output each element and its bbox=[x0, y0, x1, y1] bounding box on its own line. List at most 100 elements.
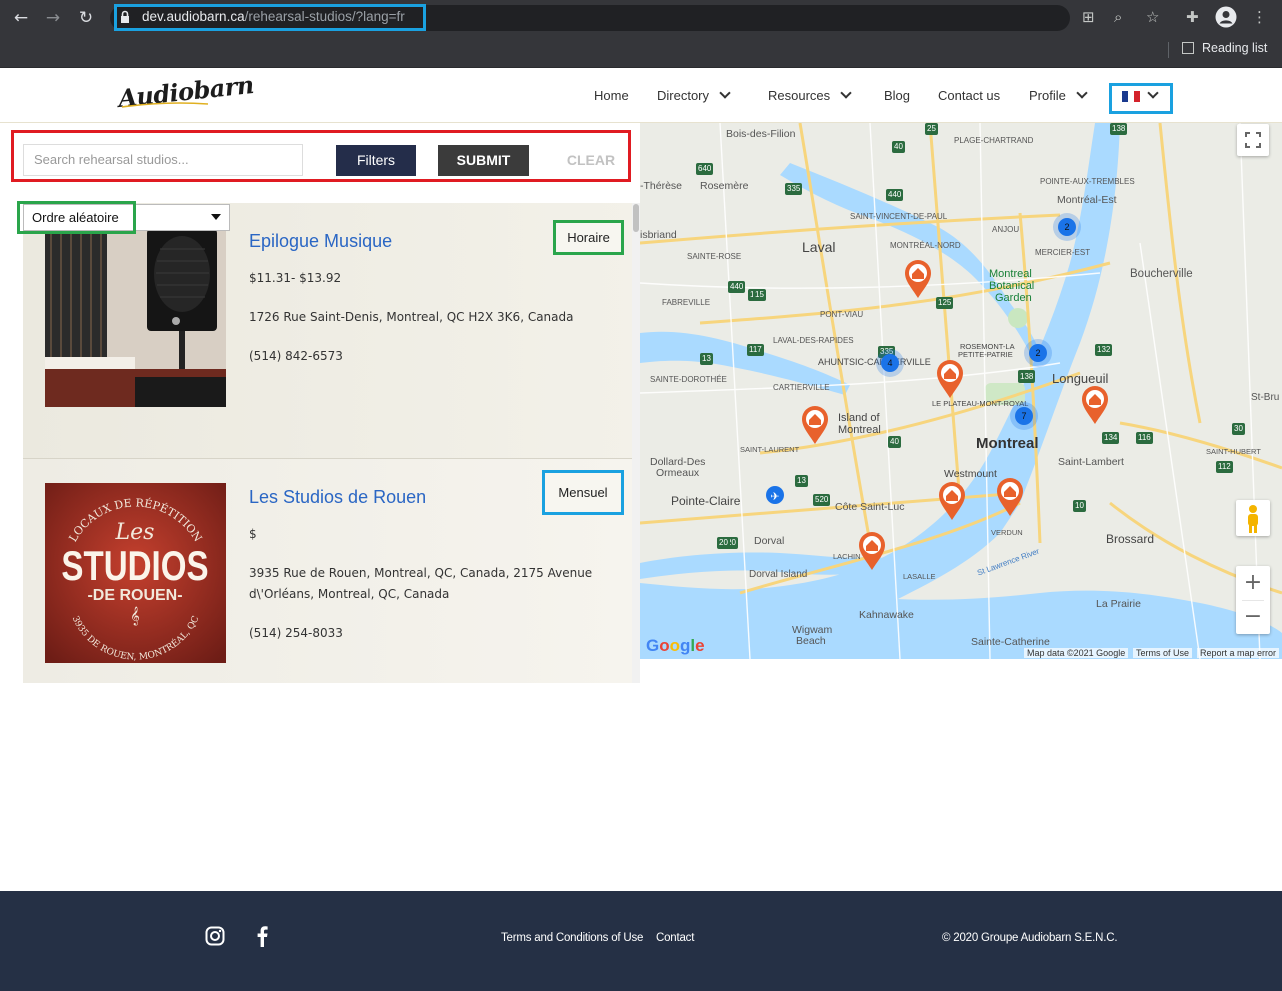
studio-pin-icon[interactable] bbox=[935, 359, 965, 399]
nav-resources[interactable]: Resources bbox=[768, 87, 852, 103]
bookmark-star-icon[interactable]: ☆ bbox=[1146, 8, 1159, 26]
studio-pin-icon[interactable] bbox=[857, 531, 887, 571]
cluster-marker[interactable]: 2 bbox=[1024, 339, 1052, 367]
map-label: PLAGE-CHARTRAND bbox=[954, 136, 1034, 145]
nav-blog[interactable]: Blog bbox=[884, 88, 910, 103]
map-label: Boucherville bbox=[1130, 268, 1193, 280]
facebook-icon[interactable] bbox=[256, 925, 268, 947]
studio-photo-epilogue[interactable] bbox=[45, 229, 226, 407]
map-label: SAINT-HUBERT bbox=[1206, 447, 1261, 456]
google-logo-letter: G bbox=[646, 636, 660, 655]
nav-contact-label: Contact us bbox=[938, 88, 1001, 103]
studio-pin-icon[interactable] bbox=[995, 477, 1025, 517]
listing-phone[interactable]: (514) 254-8033 bbox=[249, 626, 343, 640]
instagram-icon[interactable] bbox=[205, 926, 225, 946]
studio-pin-icon[interactable] bbox=[937, 481, 967, 521]
zoom-out-button[interactable]: − bbox=[1236, 600, 1270, 634]
listing-price: $ bbox=[249, 527, 257, 541]
map-label: Montreal bbox=[989, 268, 1032, 280]
map-label: POINTE-AUX-TREMBLES bbox=[1040, 177, 1135, 186]
highway-shield: 112 bbox=[1216, 461, 1233, 473]
cluster-marker[interactable]: 2 bbox=[1053, 213, 1081, 241]
sort-annotation-box bbox=[17, 201, 136, 234]
nav-directory[interactable]: Directory bbox=[657, 87, 731, 103]
studio-pin-icon[interactable] bbox=[903, 259, 933, 299]
map-terms-link[interactable]: Terms of Use bbox=[1133, 648, 1193, 658]
chevron-down-icon bbox=[1076, 87, 1088, 99]
listing-title[interactable]: Les Studios de Rouen bbox=[249, 487, 426, 508]
filters-button[interactable]: Filters bbox=[336, 145, 416, 176]
map-label: Saint-Lambert bbox=[1058, 456, 1124, 468]
map-label: SAINTE-DOROTHÉE bbox=[650, 375, 727, 384]
fullscreen-button[interactable] bbox=[1237, 124, 1269, 156]
map-label: Montreal bbox=[838, 424, 881, 436]
listing-scrollbar[interactable] bbox=[632, 203, 640, 683]
footer-terms-link[interactable]: Terms and Conditions of Use bbox=[501, 932, 643, 944]
logo-swoosh-icon bbox=[121, 102, 209, 108]
studio-pin-icon[interactable] bbox=[1080, 385, 1110, 425]
extensions-icon[interactable]: ✚ bbox=[1186, 8, 1199, 26]
map-label: Beach bbox=[796, 635, 826, 647]
highway-shield: 20 bbox=[717, 537, 730, 549]
nav-profile-label: Profile bbox=[1029, 88, 1066, 103]
highway-shield: 335 bbox=[785, 183, 803, 195]
profile-avatar-icon[interactable] bbox=[1215, 6, 1237, 28]
nav-directory-label: Directory bbox=[657, 88, 710, 103]
listing-phone[interactable]: (514) 842-6573 bbox=[249, 349, 343, 363]
back-arrow-icon[interactable]: ← bbox=[10, 7, 32, 29]
clear-button[interactable]: CLEAR bbox=[556, 145, 626, 176]
map-label: Montréal-Est bbox=[1057, 194, 1117, 206]
highway-shield: 138 bbox=[1018, 371, 1036, 383]
logo-studios: STUDIOS bbox=[61, 542, 208, 588]
highway-shield: 25 bbox=[925, 123, 938, 135]
zoom-icon[interactable]: ⌕ bbox=[1114, 8, 1122, 26]
map-label: Brossard bbox=[1106, 532, 1155, 546]
nav-blog-label: Blog bbox=[884, 88, 911, 103]
caret-down-icon bbox=[211, 214, 221, 220]
highway-shield: 640 bbox=[696, 163, 714, 175]
translate-icon[interactable]: ⊞ bbox=[1082, 8, 1095, 26]
map-label: AHUNTSIC-CARTIERVILLE bbox=[818, 357, 931, 367]
studio-logo-rouen[interactable]: LOCAUX DE RÉPÉTITION 3935 DE ROUEN, MONT… bbox=[45, 483, 226, 663]
street-view-pegman-button[interactable] bbox=[1236, 500, 1270, 536]
map-label: Montreal bbox=[976, 435, 1039, 452]
browser-menu-icon[interactable]: ⋮ bbox=[1252, 8, 1267, 26]
map-label: SAINTE-ROSE bbox=[687, 252, 742, 261]
search-input[interactable]: Search rehearsal studios... bbox=[23, 144, 303, 176]
forward-arrow-icon[interactable]: → bbox=[42, 7, 64, 29]
music-clef-icon: 𝄞 bbox=[130, 606, 139, 626]
google-logo: Google bbox=[646, 636, 705, 656]
scrollbar-thumb[interactable] bbox=[633, 204, 639, 232]
google-logo-letter: o bbox=[659, 636, 670, 655]
highway-shield: 116 bbox=[1136, 432, 1153, 444]
map-view[interactable]: ✈ Bois-des-Filion PLAGE-CHARTRAND -Thérè… bbox=[640, 123, 1282, 659]
map-label: Botanical bbox=[989, 280, 1035, 292]
highway-shield: 134 bbox=[1102, 432, 1120, 444]
chevron-down-icon bbox=[840, 87, 852, 99]
reading-list-button[interactable]: Reading list bbox=[1182, 41, 1267, 55]
highway-shield: 125 bbox=[936, 297, 954, 309]
airport-icon: ✈ bbox=[770, 490, 779, 503]
google-logo-letter: g bbox=[680, 636, 691, 655]
zoom-controls: + − bbox=[1236, 566, 1270, 634]
nav-profile[interactable]: Profile bbox=[1029, 87, 1088, 103]
submit-button[interactable]: SUBMIT bbox=[438, 145, 529, 176]
map-label: Pointe-Claire bbox=[671, 494, 741, 508]
map-label: Garden bbox=[995, 292, 1032, 304]
zoom-divider bbox=[1242, 600, 1264, 601]
listing-title[interactable]: Epilogue Musique bbox=[249, 231, 392, 252]
cluster-marker[interactable]: 7 bbox=[1010, 402, 1038, 430]
nav-home[interactable]: Home bbox=[594, 88, 629, 103]
highway-shield: 13 bbox=[795, 475, 808, 487]
map-report-link[interactable]: Report a map error bbox=[1197, 648, 1280, 658]
map-label: ANJOU bbox=[992, 225, 1020, 234]
studio-pin-icon[interactable] bbox=[800, 405, 830, 445]
zoom-in-button[interactable]: + bbox=[1236, 566, 1270, 600]
map-label: Dorval Island bbox=[749, 569, 808, 580]
cluster-marker[interactable]: 4 bbox=[876, 349, 904, 377]
reload-icon[interactable]: ↻ bbox=[75, 7, 97, 29]
footer-contact-link[interactable]: Contact bbox=[656, 932, 694, 944]
chevron-down-icon bbox=[719, 87, 731, 99]
nav-contact[interactable]: Contact us bbox=[938, 88, 1000, 103]
map-label: LASALLE bbox=[903, 572, 936, 581]
